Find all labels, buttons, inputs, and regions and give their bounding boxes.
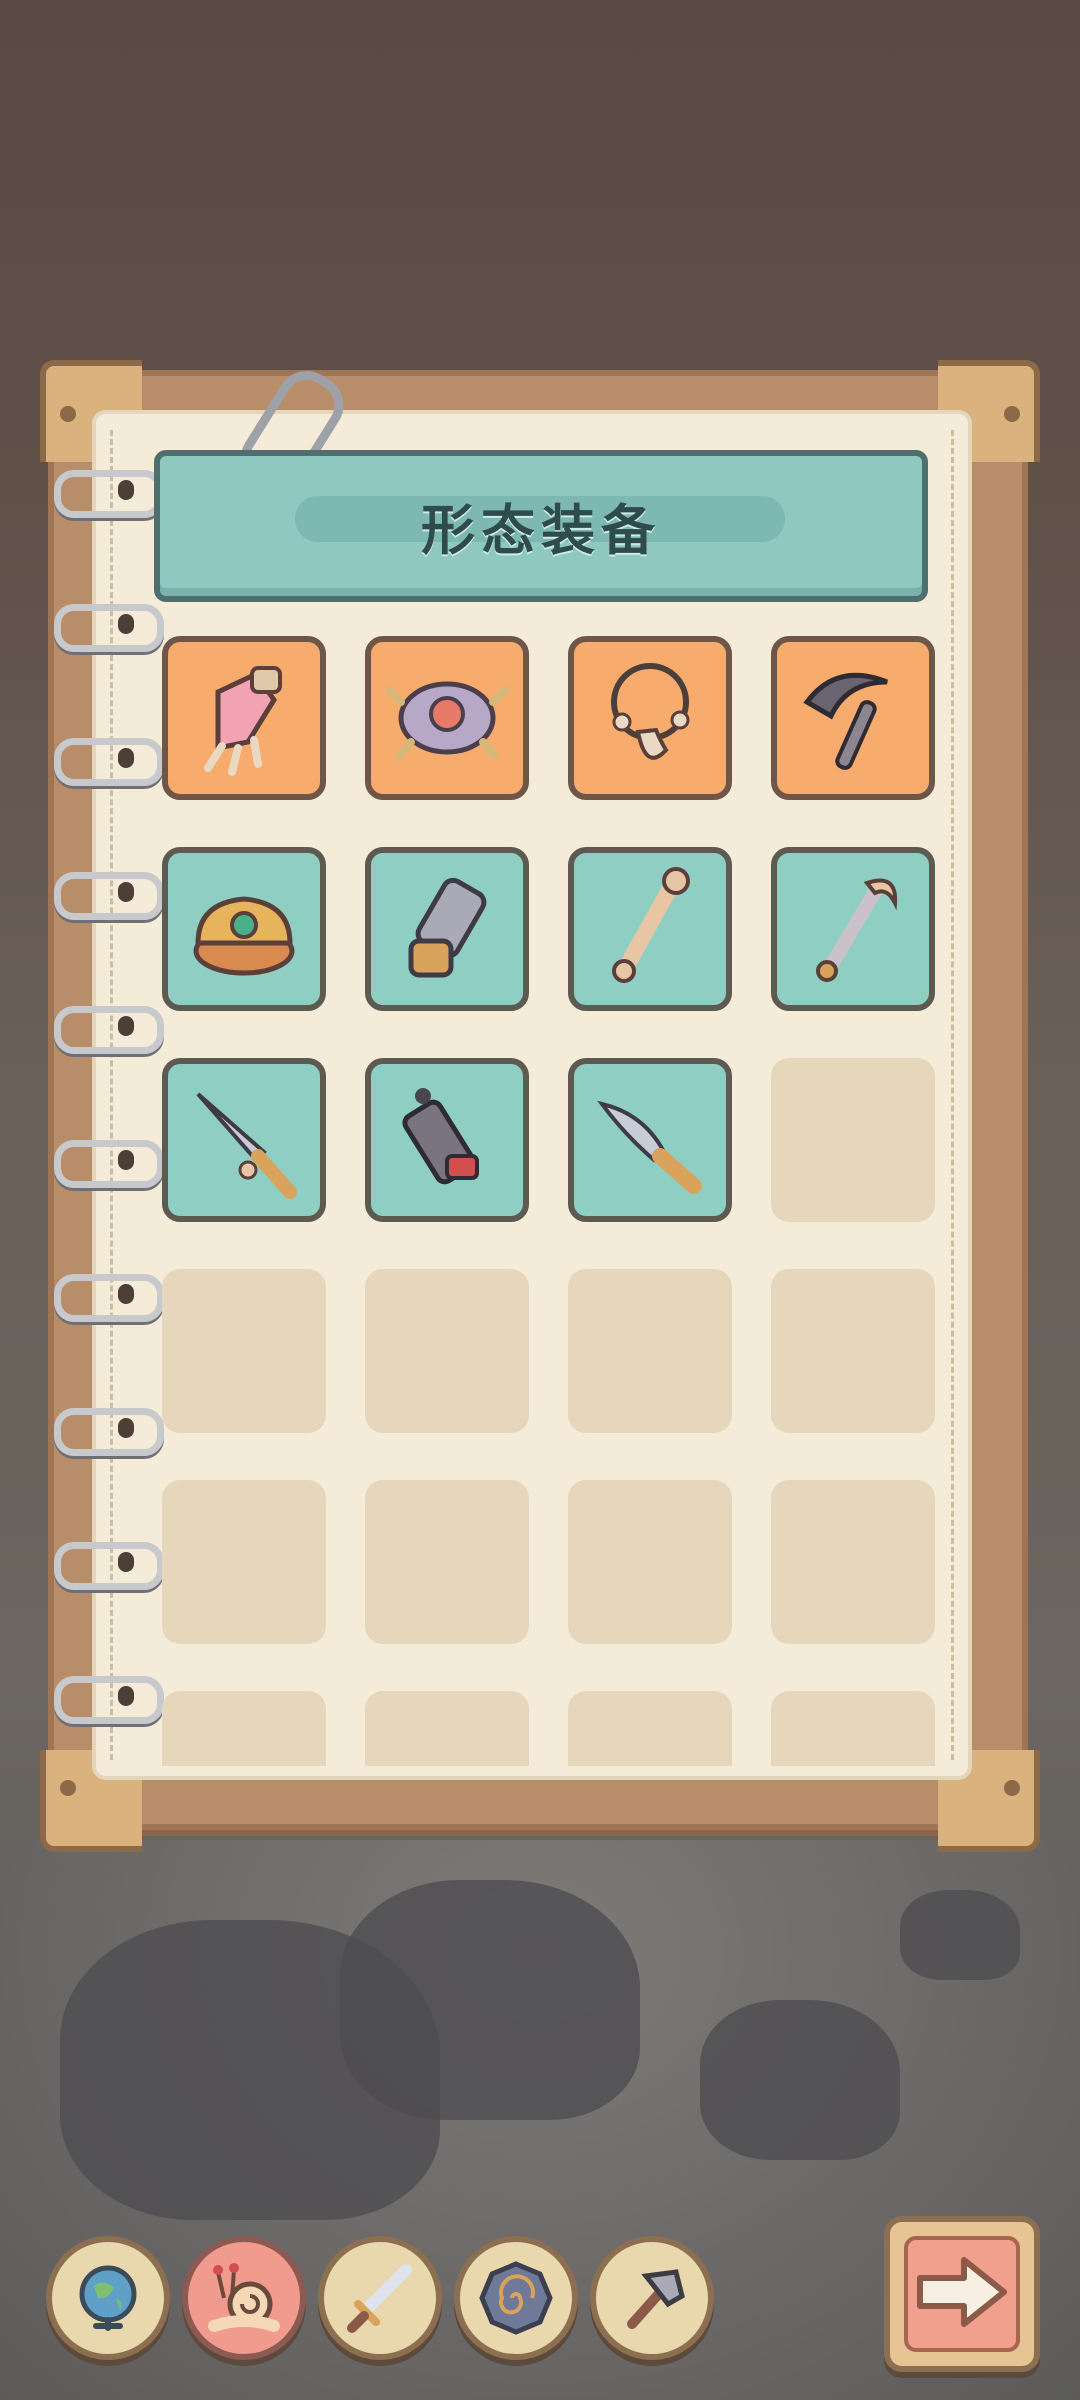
equipment-slot[interactable] — [162, 1058, 326, 1222]
equipment-grid — [162, 636, 938, 1766]
binder-hole — [118, 1150, 134, 1170]
binder-ring — [54, 1140, 164, 1188]
globe-icon — [79, 2265, 137, 2331]
nav-button-sword[interactable] — [318, 2236, 442, 2360]
binder-hole — [118, 748, 134, 768]
next-button[interactable] — [884, 2216, 1040, 2372]
equipment-slot[interactable] — [365, 1058, 529, 1222]
sword-icon — [347, 2264, 412, 2333]
equipment-slot[interactable] — [365, 636, 529, 800]
spiked-shell-icon — [385, 681, 509, 760]
binder-hole — [118, 614, 134, 634]
binder-hole — [118, 1284, 134, 1304]
snail-icon — [208, 2263, 280, 2332]
equipment-slot[interactable] — [162, 636, 326, 800]
binder-hole — [118, 1418, 134, 1438]
nav-button-spiral-shell[interactable] — [454, 2236, 578, 2360]
claw-glove-icon — [204, 666, 282, 776]
nav-button-globe[interactable] — [46, 2236, 170, 2360]
empty-slot — [568, 1691, 732, 1766]
binder-hole — [118, 480, 134, 500]
empty-slot — [162, 1480, 326, 1644]
equipment-slot[interactable] — [365, 847, 529, 1011]
empty-slot — [365, 1691, 529, 1766]
rock — [700, 2000, 900, 2160]
nav-button-snail[interactable] — [182, 2236, 306, 2360]
equipment-slot[interactable] — [162, 847, 326, 1011]
binder-hole — [118, 882, 134, 902]
binder-ring — [54, 1676, 164, 1724]
equipment-slot[interactable] — [771, 636, 935, 800]
empty-slot — [771, 1269, 935, 1433]
binder-ring — [54, 1274, 164, 1322]
binder-ring — [54, 1408, 164, 1456]
curved-knife-icon — [597, 1100, 702, 1194]
binder-hole — [118, 1016, 134, 1036]
bone-dagger-icon — [196, 1092, 297, 1199]
equipment-slot[interactable] — [568, 847, 732, 1011]
jeweled-crown-icon — [193, 896, 295, 976]
binder-ring — [54, 1542, 164, 1590]
page-title: 形态装备 — [421, 499, 661, 562]
binder-ring — [54, 872, 164, 920]
rock — [340, 1880, 640, 2120]
empty-slot — [365, 1269, 529, 1433]
binder-hole — [118, 1686, 134, 1706]
empty-slot — [162, 1269, 326, 1433]
horn-staff-icon — [816, 878, 898, 982]
bone-club-icon — [612, 867, 690, 983]
nav-button-hammer[interactable] — [590, 2236, 714, 2360]
equipment-slot[interactable] — [568, 1058, 732, 1222]
bone-scythe-icon — [803, 672, 888, 770]
empty-slot — [771, 1058, 935, 1222]
empty-slot — [568, 1269, 732, 1433]
binder-hole — [118, 1552, 134, 1572]
spiral-shell-icon — [479, 2261, 553, 2335]
arrow-right-icon — [917, 2257, 1007, 2327]
empty-slot — [162, 1691, 326, 1766]
binder-ring — [54, 604, 164, 652]
empty-slot — [771, 1691, 935, 1766]
binder-ring — [54, 1006, 164, 1054]
empty-slot — [365, 1480, 529, 1644]
mechanical-blaster-icon — [402, 1088, 479, 1185]
stone-gauntlet-icon — [408, 877, 487, 978]
equipment-slot[interactable] — [771, 847, 935, 1011]
binder-ring — [54, 738, 164, 786]
rock — [900, 1890, 1020, 1980]
empty-slot — [568, 1480, 732, 1644]
title-banner: 形态装备 — [154, 450, 928, 602]
hammer-icon — [627, 2269, 685, 2329]
equipment-slot[interactable] — [568, 636, 732, 800]
empty-slot — [771, 1480, 935, 1644]
tooth-necklace-icon — [611, 663, 690, 760]
binder-ring — [54, 470, 164, 518]
